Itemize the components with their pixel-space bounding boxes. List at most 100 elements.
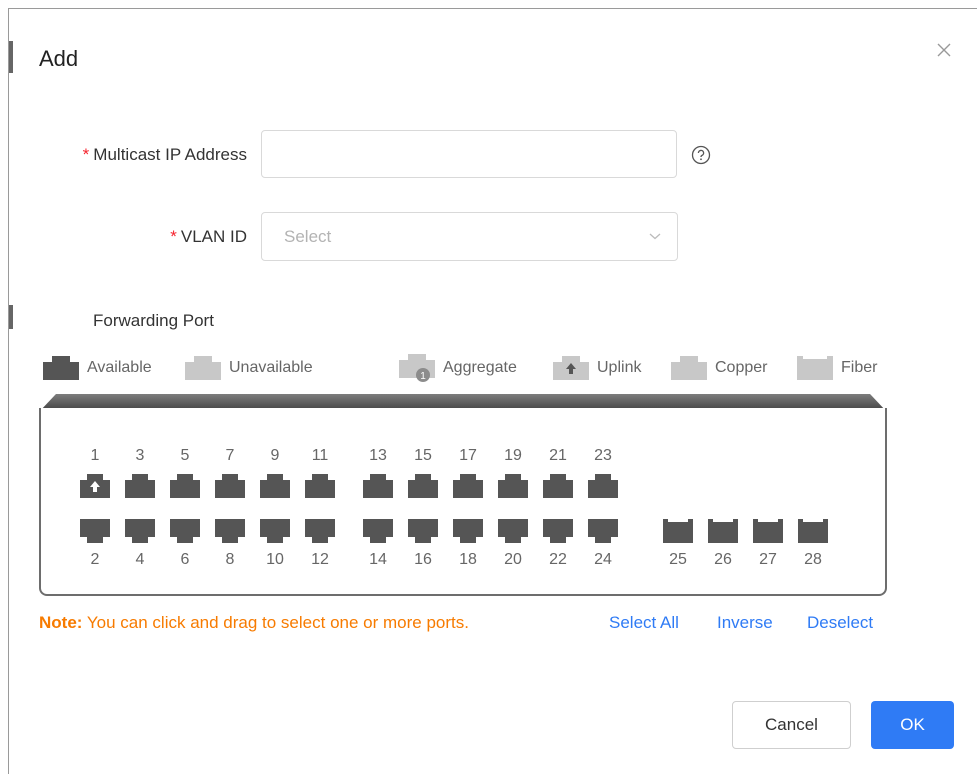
port-18[interactable] [453, 519, 483, 543]
legend-uplink: Uplink [553, 355, 641, 381]
required-mark: * [170, 227, 177, 246]
port-3[interactable] [125, 474, 155, 498]
multicast-ip-input[interactable] [261, 130, 677, 178]
vlan-id-select[interactable]: Select [261, 212, 678, 261]
copper-port-icon [671, 356, 707, 380]
legend-unavailable-text: Unavailable [229, 359, 313, 376]
port-17[interactable] [453, 474, 483, 498]
port-number-label: 20 [504, 551, 522, 568]
deselect-link[interactable]: Deselect [807, 613, 873, 633]
aggregate-badge: 1 [420, 371, 426, 382]
port-number-label: 3 [135, 447, 145, 464]
legend-aggregate-text: Aggregate [443, 359, 517, 376]
port-13[interactable] [363, 474, 393, 498]
chevron-down-icon [649, 233, 661, 240]
port-16[interactable] [408, 519, 438, 543]
port-number-label: 23 [594, 447, 612, 464]
port-number-label: 10 [266, 551, 284, 568]
port-number-label: 15 [414, 447, 432, 464]
close-icon[interactable] [934, 40, 954, 60]
port-number-label: 14 [369, 551, 387, 568]
note-prefix: Note: [39, 613, 83, 632]
port-2[interactable] [80, 519, 110, 543]
port-26[interactable] [708, 519, 738, 543]
switch-panel: 1 3 5 7 9 11 13 15 17 19 21 23 2 4 6 8 10 12 14 16 18 20 22 24 2… [39, 408, 887, 596]
select-all-link[interactable]: Select All [609, 613, 679, 633]
vlan-id-placeholder: Select [284, 227, 332, 246]
port-28[interactable] [798, 519, 828, 543]
port-19[interactable] [498, 474, 528, 498]
port-15[interactable] [408, 474, 438, 498]
ok-button[interactable]: OK [871, 701, 954, 749]
port-number-label: 11 [311, 447, 329, 464]
legend-available-text: Available [87, 359, 152, 376]
port-number-label: 5 [180, 447, 190, 464]
port-number-label: 18 [459, 551, 477, 568]
forwarding-port-label: Forwarding Port [93, 311, 214, 330]
window-edge-marker [9, 41, 13, 73]
port-number-label: 28 [804, 551, 822, 568]
multicast-ip-label-text: Multicast IP Address [93, 145, 247, 164]
add-dialog: Add * Multicast IP Address * VLAN ID Selec… [8, 8, 977, 774]
port-number-label: 25 [669, 551, 687, 568]
vlan-id-label-text: VLAN ID [180, 227, 247, 246]
port-23[interactable] [588, 474, 618, 498]
port-number-label: 4 [135, 551, 145, 568]
port-number-label: 24 [594, 551, 612, 568]
available-port-icon [43, 356, 79, 380]
note-body: You can click and drag to select one or … [86, 613, 469, 632]
port-number-label: 9 [270, 447, 280, 464]
port-12[interactable] [305, 519, 335, 543]
legend-copper: Copper [671, 355, 767, 381]
fiber-port-icon [797, 356, 833, 380]
port-1[interactable] [80, 474, 110, 498]
port-number-label: 1 [90, 447, 100, 464]
required-mark: * [82, 145, 90, 164]
unavailable-port-icon [185, 356, 221, 380]
legend-fiber: Fiber [797, 355, 877, 381]
port-8[interactable] [215, 519, 245, 543]
port-number-label: 17 [459, 447, 477, 464]
legend-available: Available [43, 355, 152, 381]
cancel-button[interactable]: Cancel [732, 701, 851, 749]
inverse-link[interactable]: Inverse [717, 613, 773, 633]
port-9[interactable] [260, 474, 290, 498]
port-number-label: 27 [759, 551, 777, 568]
port-14[interactable] [363, 519, 393, 543]
port-10[interactable] [260, 519, 290, 543]
port-25[interactable] [663, 519, 693, 543]
port-number-label: 26 [714, 551, 732, 568]
dialog-title: Add [39, 46, 79, 71]
port-21[interactable] [543, 474, 573, 498]
port-number-label: 22 [549, 551, 567, 568]
port-number-label: 13 [369, 447, 387, 464]
legend-uplink-text: Uplink [597, 359, 642, 376]
port-27[interactable] [753, 519, 783, 543]
port-number-label: 12 [311, 551, 329, 568]
aggregate-port-icon: 1 [399, 354, 435, 382]
window-edge-marker [9, 305, 13, 329]
multicast-ip-label: * Multicast IP Address [39, 145, 247, 165]
port-number-label: 19 [504, 447, 522, 464]
help-icon[interactable] [691, 145, 711, 165]
port-6[interactable] [170, 519, 200, 543]
port-20[interactable] [498, 519, 528, 543]
port-4[interactable] [125, 519, 155, 543]
legend-fiber-text: Fiber [841, 359, 878, 376]
port-number-label: 8 [225, 551, 235, 568]
port-7[interactable] [215, 474, 245, 498]
port-24[interactable] [588, 519, 618, 543]
legend-aggregate: 1 Aggregate [399, 354, 517, 382]
port-11[interactable] [305, 474, 335, 498]
port-number-label: 7 [225, 447, 235, 464]
port-number-label: 6 [180, 551, 190, 568]
uplink-port-icon [553, 356, 589, 380]
port-22[interactable] [543, 519, 573, 543]
port-5[interactable] [170, 474, 200, 498]
port-number-label: 16 [414, 551, 432, 568]
port-number-label: 2 [90, 551, 100, 568]
vlan-id-label: * VLAN ID [39, 227, 247, 247]
port-number-label: 21 [549, 447, 567, 464]
note-text: Note: You can click and drag to select o… [39, 613, 469, 633]
legend-copper-text: Copper [715, 359, 768, 376]
